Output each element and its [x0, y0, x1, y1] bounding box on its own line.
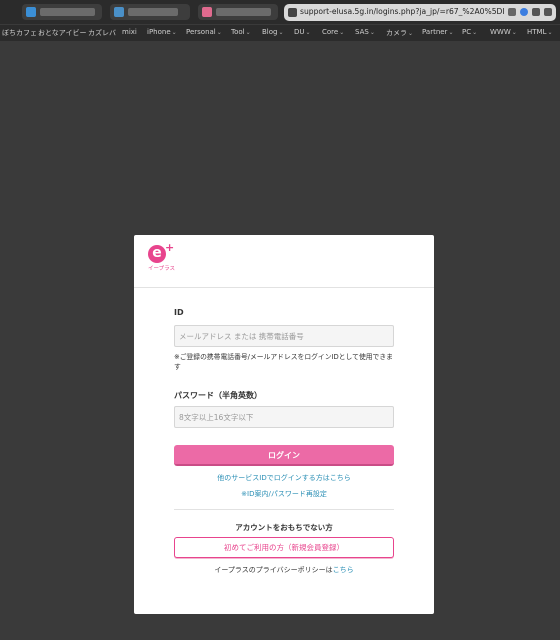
bookmark-folder[interactable]: Personal⌄	[186, 28, 222, 36]
reader-icon[interactable]	[544, 8, 552, 16]
bookmark-label: ぼちカフェ	[2, 29, 37, 37]
eplus-logo[interactable]: e + イープラス	[148, 241, 182, 273]
tab-title-blurred	[40, 8, 95, 16]
address-bar[interactable]: support-elusa.5g.in/logins.php?ja_jp/=r6…	[284, 4, 556, 21]
logo-e-icon: e	[148, 245, 166, 263]
register-button[interactable]: 初めてご利用の方（新規会員登録）	[174, 537, 394, 558]
bookmark-label: SAS	[355, 28, 369, 36]
tab-favicon-icon	[26, 7, 36, 17]
bookmark-folder[interactable]: Tool⌄	[231, 28, 251, 36]
password-label: パスワード（半角英数）	[174, 391, 262, 400]
bookmark-label: mixi	[122, 28, 137, 36]
chevron-down-icon: ⌄	[547, 29, 553, 36]
logo-text: イープラス	[148, 266, 176, 272]
bookmark-folder[interactable]: iPhone⌄	[147, 28, 177, 36]
browser-tab[interactable]	[110, 4, 190, 20]
bookmark-label: PC	[462, 28, 472, 36]
bookmark-label: Core	[322, 28, 339, 36]
password-input[interactable]	[174, 406, 394, 428]
bookmark-label: Personal	[186, 28, 216, 36]
bookmark-item[interactable]: ぼちカフェ	[2, 28, 37, 38]
tab-title-blurred	[216, 8, 271, 16]
bookmark-label: Tool	[231, 28, 245, 36]
chevron-down-icon: ⌄	[278, 29, 284, 36]
chevron-down-icon: ⌄	[472, 29, 478, 36]
chevron-down-icon: ⌄	[448, 29, 454, 36]
chevron-down-icon: ⌄	[305, 29, 311, 36]
bookmark-folder[interactable]: Blog⌄	[262, 28, 284, 36]
login-card: e + イープラス ID ※ご登録の携帯電話番号/メールアドレスをログインIDと…	[134, 235, 434, 614]
other-service-login-link[interactable]: 他のサービスIDでログインする方はこちら	[134, 473, 434, 483]
card-header: e + イープラス	[134, 235, 434, 288]
chevron-down-icon: ⌄	[339, 29, 345, 36]
privacy-text: イープラスのプライバシーポリシーは	[214, 566, 333, 574]
bookmark-label: WWW	[490, 28, 511, 36]
id-note: ※ご登録の携帯電話番号/メールアドレスをログインIDとして使用できます	[174, 353, 393, 371]
browser-tab[interactable]	[198, 4, 278, 20]
chevron-down-icon: ⌄	[216, 29, 222, 36]
id-label: ID	[174, 308, 184, 317]
logo-plus-icon: +	[165, 241, 175, 254]
tab-title-blurred	[128, 8, 178, 16]
address-url[interactable]: support-elusa.5g.in/logins.php?ja_jp/=r6…	[300, 7, 505, 16]
bookmark-item[interactable]: カズレバ	[88, 28, 116, 38]
browser-tab-bar: support-elusa.5g.in/logins.php?ja_jp/=r6…	[0, 0, 560, 24]
no-account-title: アカウントをおもちでない方	[235, 523, 333, 532]
bookmark-label: DU	[294, 28, 305, 36]
tab-favicon-icon	[202, 7, 212, 17]
tab-favicon-icon	[114, 7, 124, 17]
chevron-down-icon: ⌄	[245, 29, 251, 36]
share-icon[interactable]	[532, 8, 540, 16]
bookmark-folder[interactable]: Core⌄	[322, 28, 344, 36]
bookmark-folder[interactable]: WWW⌄	[490, 28, 517, 36]
bookmark-label: HTML	[527, 28, 547, 36]
bookmarks-bar: ぼちカフェ おとなアイビー カズレバ mixi iPhone⌄ Personal…	[0, 25, 560, 41]
id-input[interactable]	[174, 325, 394, 347]
chevron-down-icon: ⌄	[369, 29, 375, 36]
login-button[interactable]: ログイン	[174, 445, 394, 466]
chevron-down-icon: ⌄	[408, 30, 414, 37]
bookmark-label: iPhone	[147, 28, 171, 36]
privacy-note: イープラスのプライバシーポリシーはこちら	[134, 565, 434, 575]
bookmark-label: Partner	[422, 28, 448, 36]
bookmark-folder[interactable]: カメラ⌄	[386, 28, 413, 38]
divider	[174, 509, 394, 510]
bookmark-item[interactable]: おとなアイビー	[38, 28, 86, 38]
bookmark-label: カズレバ	[88, 29, 116, 37]
browser-tab[interactable]	[22, 4, 102, 20]
bookmark-label: Blog	[262, 28, 278, 36]
bookmark-folder[interactable]: SAS⌄	[355, 28, 375, 36]
bookmark-folder[interactable]: DU⌄	[294, 28, 311, 36]
privacy-link[interactable]: こちら	[333, 566, 354, 574]
bookmark-label: おとなアイビー	[38, 29, 87, 37]
bookmark-label: カメラ	[386, 29, 407, 37]
bookmark-folder[interactable]: PC⌄	[462, 28, 477, 36]
chevron-down-icon: ⌄	[171, 29, 177, 36]
chevron-down-icon: ⌄	[511, 29, 517, 36]
forgot-id-password-link[interactable]: ※ID案内/パスワード再設定	[134, 489, 434, 499]
bookmark-folder[interactable]: HTML⌄	[527, 28, 553, 36]
extension-icon[interactable]	[520, 8, 528, 16]
bookmark-item[interactable]: mixi	[122, 28, 137, 36]
site-favicon-icon	[288, 8, 297, 17]
lock-icon[interactable]	[508, 8, 516, 16]
bookmark-folder[interactable]: Partner⌄	[422, 28, 453, 36]
